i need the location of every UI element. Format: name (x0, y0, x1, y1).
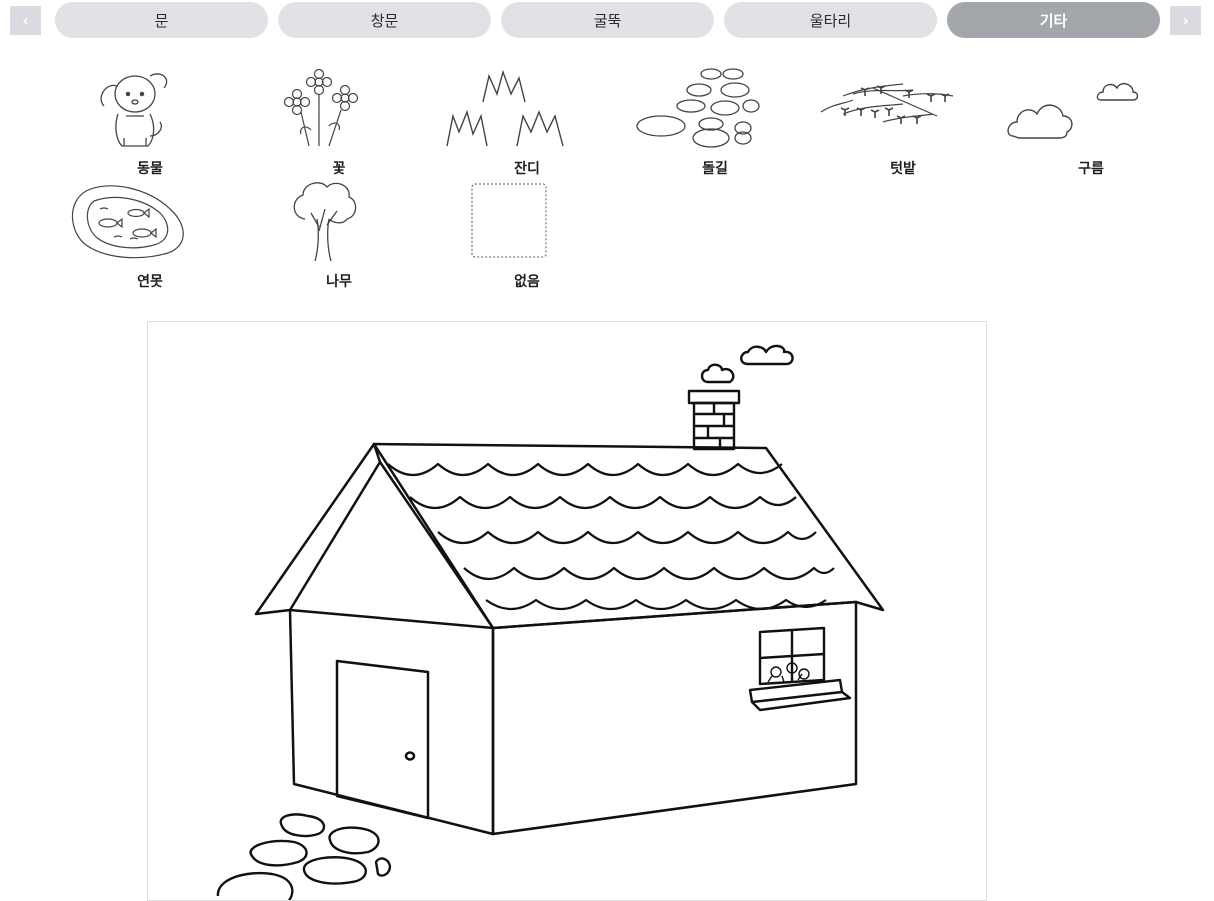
roof-icon (254, 442, 885, 630)
tab-etc[interactable]: 기타 (947, 2, 1160, 38)
palette-item-label: 연못 (137, 274, 163, 290)
drawing-canvas[interactable] (147, 321, 987, 901)
stepping-stones-icon (216, 813, 392, 900)
palette-item-cloud[interactable]: 구름 (1001, 66, 1181, 177)
chimney-icon (687, 389, 741, 451)
chevron-left-icon: ‹ (22, 11, 29, 30)
palette-item-grass[interactable]: 잔디 (437, 66, 617, 177)
tab-fence[interactable]: 울타리 (724, 2, 937, 38)
dog-icon (100, 73, 168, 147)
palette-item-label: 텃밭 (890, 161, 916, 177)
palette-item-tree[interactable]: 나무 (249, 179, 429, 290)
palette-item-garden[interactable]: 텃밭 (813, 66, 993, 177)
palette-item-flower[interactable]: 꽃 (249, 66, 429, 177)
window-icon (748, 626, 852, 712)
category-tab-bar: ‹ 문 창문 굴뚝 울타리 기타 › (0, 0, 1214, 42)
palette-item-label: 없음 (514, 274, 540, 290)
tab-door[interactable]: 문 (55, 2, 268, 38)
palette-item-none[interactable]: 없음 (437, 179, 617, 290)
house-illustration (216, 344, 885, 900)
tab-window[interactable]: 창문 (278, 2, 491, 38)
flower-icon (283, 68, 359, 147)
palette-item-label: 꽃 (332, 161, 346, 177)
palette-item-stone-path[interactable]: 돌길 (625, 66, 805, 177)
empty-icon (471, 183, 547, 258)
palette-item-label: 잔디 (514, 161, 540, 177)
smoke-icon (700, 344, 794, 384)
tab-chimney[interactable]: 굴뚝 (501, 2, 714, 38)
garden-icon (820, 83, 954, 124)
next-arrow-button[interactable]: › (1170, 6, 1201, 35)
prev-arrow-button[interactable]: ‹ (10, 6, 41, 35)
stone-path-icon (636, 68, 760, 148)
cloud-icon (1007, 82, 1139, 139)
door-icon (335, 659, 430, 820)
grass-icon (446, 69, 564, 147)
palette-item-label: 돌길 (702, 161, 728, 177)
palette-item-animal[interactable]: 동물 (60, 66, 240, 177)
palette-item-label: 구름 (1078, 161, 1104, 177)
palette-item-label: 동물 (137, 161, 163, 177)
palette-item-pond[interactable]: 연못 (60, 179, 240, 290)
house-walls-icon (288, 600, 858, 836)
palette-item-label: 나무 (326, 274, 352, 290)
tree-icon (293, 182, 357, 262)
pond-icon (71, 185, 184, 259)
chevron-right-icon: › (1182, 11, 1189, 30)
